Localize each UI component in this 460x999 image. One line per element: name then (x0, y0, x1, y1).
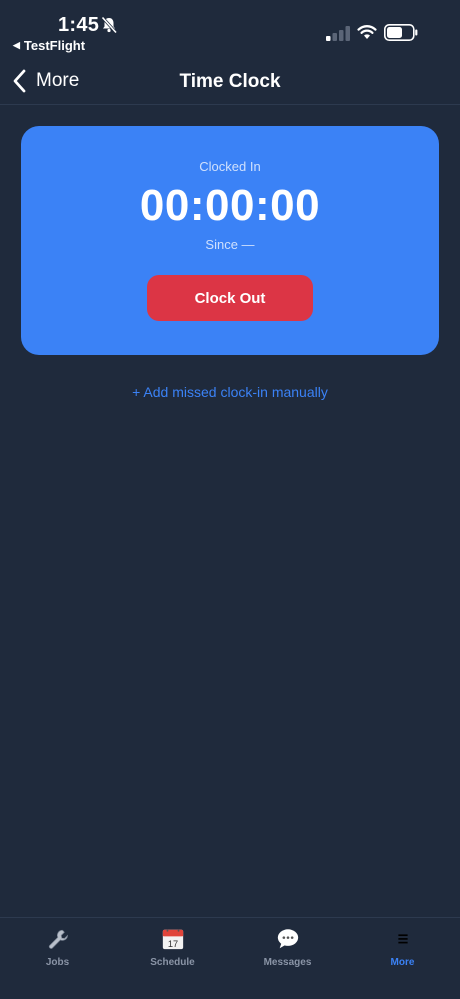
tab-bar: Jobs 17 Schedule Messages More (0, 917, 460, 999)
status-time: 1:45 (58, 14, 100, 36)
wifi-icon (357, 25, 377, 39)
back-app-label: TestFlight (23, 38, 86, 53)
calendar-icon: 17 (160, 926, 186, 952)
clock-since-label: Since — (205, 237, 255, 252)
tab-schedule[interactable]: 17 Schedule (115, 918, 230, 978)
tab-messages-label: Messages (263, 957, 312, 968)
tab-messages[interactable]: Messages (230, 918, 345, 978)
tab-jobs[interactable]: Jobs (0, 918, 115, 978)
nav-bar: More Time Clock (0, 58, 460, 105)
clock-status-card: Clocked In 00:00:00 Since — Clock Out (21, 126, 439, 355)
battery-icon (384, 24, 418, 41)
status-bar: 1:45 ◀ TestFlight (0, 0, 460, 56)
cellular-signal-icon (326, 26, 350, 41)
back-triangle-icon: ◀ (13, 40, 20, 50)
elapsed-timer: 00:00:00 (139, 181, 321, 230)
clock-status-label: Clocked In (199, 159, 261, 174)
page-title: Time Clock (179, 71, 281, 92)
wrench-icon (45, 926, 71, 952)
clock-out-button[interactable]: Clock Out (147, 275, 313, 321)
time-clock-screen: 1:45 ◀ TestFlight More Time Clock Clocke… (0, 0, 460, 999)
tab-jobs-label: Jobs (45, 957, 70, 968)
calendar-icon-day: 17 (167, 939, 177, 949)
back-to-testflight[interactable]: ◀ TestFlight (13, 38, 85, 53)
bell-muted-icon (101, 16, 118, 34)
add-missed-clock-in-link[interactable]: + Add missed clock-in manually (0, 384, 460, 400)
tab-more[interactable]: More (345, 918, 460, 978)
tab-more-label: More (390, 957, 415, 968)
tab-schedule-label: Schedule (150, 957, 195, 968)
speech-bubble-icon (275, 926, 301, 952)
menu-icon (390, 926, 416, 952)
